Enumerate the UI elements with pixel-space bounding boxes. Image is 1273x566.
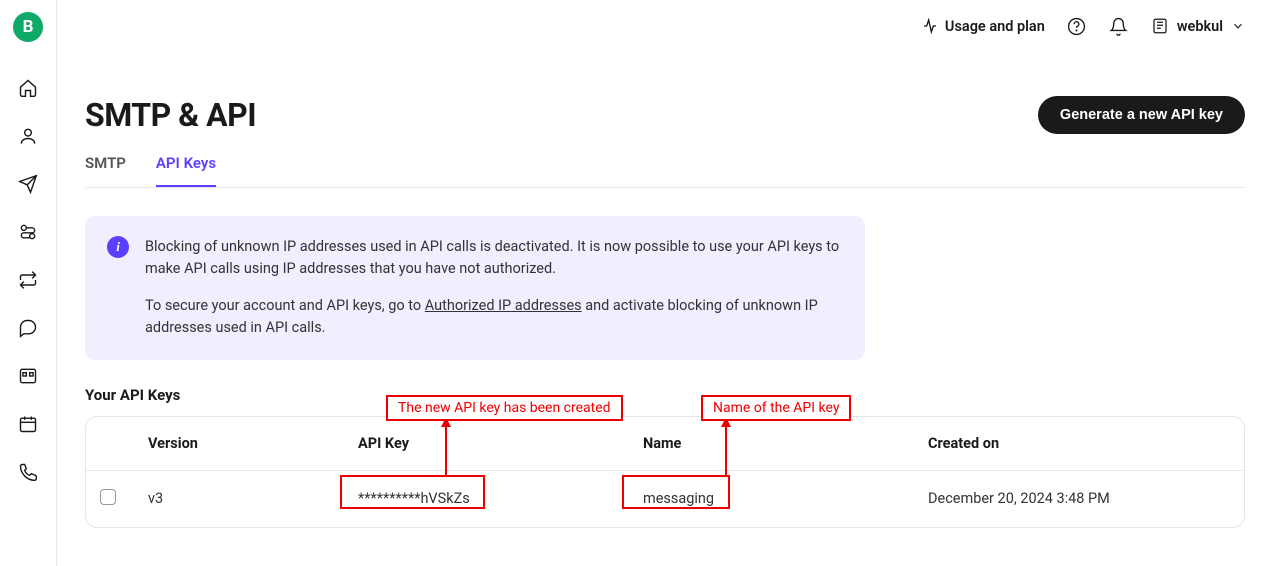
table-row: v3 **********hVSkZs messaging December 2…	[86, 470, 1244, 527]
usage-label: Usage and plan	[945, 18, 1045, 35]
info-icon: i	[107, 236, 129, 258]
user-menu[interactable]: webkul	[1151, 17, 1245, 35]
cell-name: messaging	[629, 470, 914, 527]
col-created: Created on	[914, 417, 1244, 471]
col-api-key: API Key	[344, 417, 629, 471]
col-version: Version	[134, 417, 344, 471]
authorized-ip-link[interactable]: Authorized IP addresses	[425, 297, 582, 314]
conversations-icon[interactable]	[9, 309, 47, 347]
cell-version: v3	[134, 470, 344, 527]
row-checkbox[interactable]	[100, 489, 116, 505]
annotation-name-of-key: Name of the API key	[701, 395, 851, 421]
annotation-api-key-created: The new API key has been created	[386, 395, 623, 421]
tabs: SMTP API Keys	[85, 154, 1245, 188]
page-title: SMTP & API	[85, 96, 256, 134]
generate-api-key-button[interactable]: Generate a new API key	[1038, 96, 1245, 134]
usage-and-plan-link[interactable]: Usage and plan	[922, 18, 1045, 35]
main-content: SMTP & API Generate a new API key SMTP A…	[57, 52, 1273, 566]
cell-created: December 20, 2024 3:48 PM	[914, 470, 1244, 527]
username-label: webkul	[1177, 18, 1223, 35]
col-name: Name	[629, 417, 914, 471]
deals-icon[interactable]	[9, 357, 47, 395]
api-keys-table: The new API key has been created Name of…	[85, 416, 1245, 528]
info-banner: i Blocking of unknown IP addresses used …	[85, 216, 865, 360]
info-line1: Blocking of unknown IP addresses used in…	[145, 236, 843, 281]
calls-icon[interactable]	[9, 453, 47, 491]
notifications-icon[interactable]	[1109, 16, 1129, 36]
section-title: Your API Keys	[85, 386, 1245, 404]
sidebar: B	[0, 0, 57, 566]
tab-smtp[interactable]: SMTP	[85, 154, 126, 187]
contacts-icon[interactable]	[9, 117, 47, 155]
cell-api-key: **********hVSkZs	[344, 470, 629, 527]
topbar: Usage and plan webkul	[57, 0, 1273, 52]
help-icon[interactable]	[1067, 16, 1087, 36]
home-icon[interactable]	[9, 69, 47, 107]
transactional-icon[interactable]	[9, 261, 47, 299]
info-text: Blocking of unknown IP addresses used in…	[145, 236, 843, 340]
calendar-icon[interactable]	[9, 405, 47, 443]
chevron-down-icon	[1231, 19, 1245, 33]
automation-icon[interactable]	[9, 213, 47, 251]
brand-logo: B	[13, 12, 43, 42]
campaigns-icon[interactable]	[9, 165, 47, 203]
table-header-row: Version API Key Name Created on	[86, 417, 1244, 471]
info-line2: To secure your account and API keys, go …	[145, 295, 843, 340]
tab-api-keys[interactable]: API Keys	[156, 154, 216, 187]
